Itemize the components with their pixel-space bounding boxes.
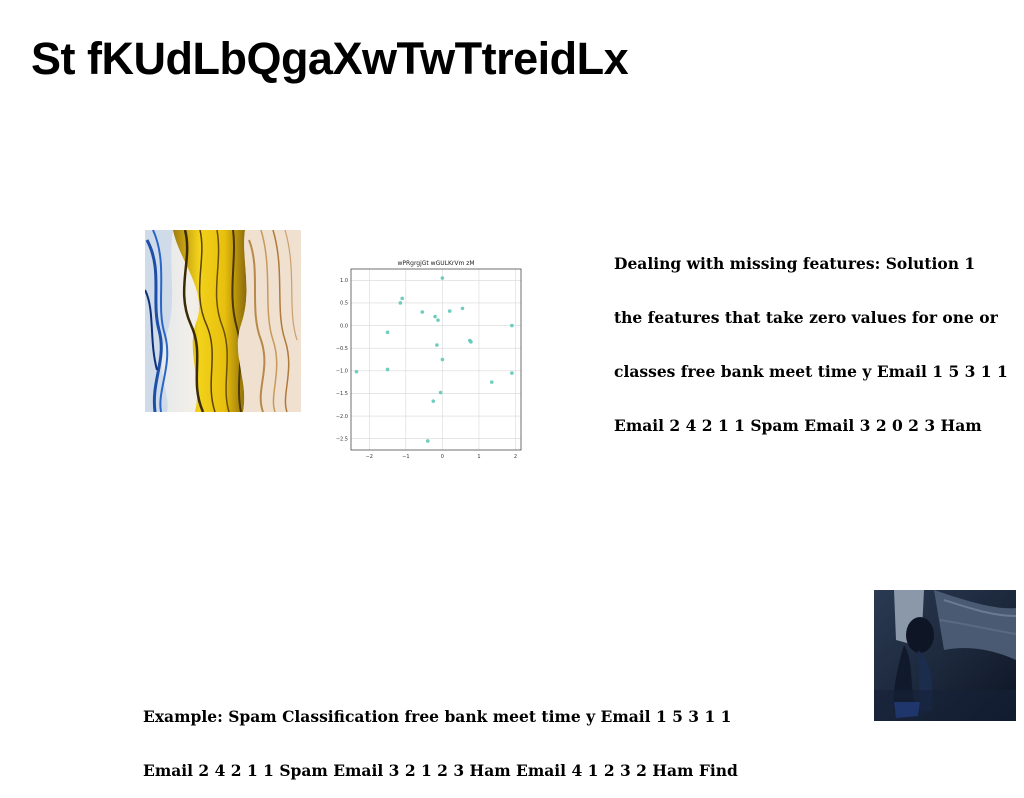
y-tick-label: −1.0 — [336, 369, 348, 375]
x-tick-label: 0 — [441, 454, 444, 460]
bottom-text-block: Example: Spam Classification free bank m… — [143, 672, 843, 798]
chart-title: wPRgrgjGt wGULKrVm zM — [397, 260, 474, 267]
y-tick-label: 1.0 — [340, 278, 348, 284]
y-tick-label: −0.5 — [336, 346, 348, 352]
y-tick-label: −2.5 — [336, 436, 348, 442]
scatter-point — [385, 367, 390, 372]
slide-title: St fKUdLbQgaXwTwTtreidLx — [31, 33, 629, 84]
bottom-text-line: Example: Spam Classification free bank m… — [143, 707, 732, 726]
scatter-point — [433, 314, 437, 319]
bottom-text-line: Email 2 4 2 1 1 Spam Email 3 2 1 2 3 Ham… — [143, 761, 738, 780]
x-tick-label: −2 — [366, 454, 373, 460]
scatter-point — [436, 318, 440, 322]
scatter-point — [489, 380, 494, 384]
scatter-point — [385, 330, 390, 335]
y-tick-label: −2.0 — [336, 414, 348, 420]
side-text-block: Dealing with missing features: Solution … — [614, 219, 1024, 453]
y-tick-label: 0.0 — [340, 323, 348, 329]
scatter-point — [440, 276, 445, 280]
dark-photo-image — [874, 590, 1016, 721]
scatter-point — [425, 439, 430, 443]
scatter-point — [435, 343, 439, 347]
scatter-point — [447, 309, 452, 313]
scatter-point — [440, 357, 445, 362]
side-text-line: the features that take zero values for o… — [614, 308, 998, 327]
side-text-line: Email 2 4 2 1 1 Spam Email 3 2 0 2 3 Ham — [614, 416, 982, 435]
side-text-line: classes free bank meet time y Email 1 5 … — [614, 362, 1008, 381]
x-tick-label: 2 — [514, 454, 517, 460]
scatter-point — [469, 340, 473, 344]
scatter-point — [510, 323, 514, 328]
side-text-line: Dealing with missing features: Solution … — [614, 254, 976, 273]
y-tick-label: 0.5 — [340, 301, 348, 307]
scatter-plot: wPRgrgjGt wGULKrVm zM −2 −1 0 1 2 1.0 0.5 0.0 −0… — [333, 255, 528, 465]
y-tick-label: −1.5 — [336, 391, 348, 397]
scatter-point — [400, 296, 404, 301]
scatter-point — [420, 310, 425, 314]
abstract-art-image — [145, 230, 301, 412]
scatter-point — [398, 301, 403, 305]
scatter-point — [431, 399, 436, 403]
scatter-point — [354, 369, 359, 374]
scatter-point — [510, 371, 514, 375]
scatter-point — [460, 306, 465, 311]
scatter-point — [438, 390, 443, 395]
x-tick-label: −1 — [402, 454, 409, 460]
x-tick-label: 1 — [477, 454, 480, 460]
